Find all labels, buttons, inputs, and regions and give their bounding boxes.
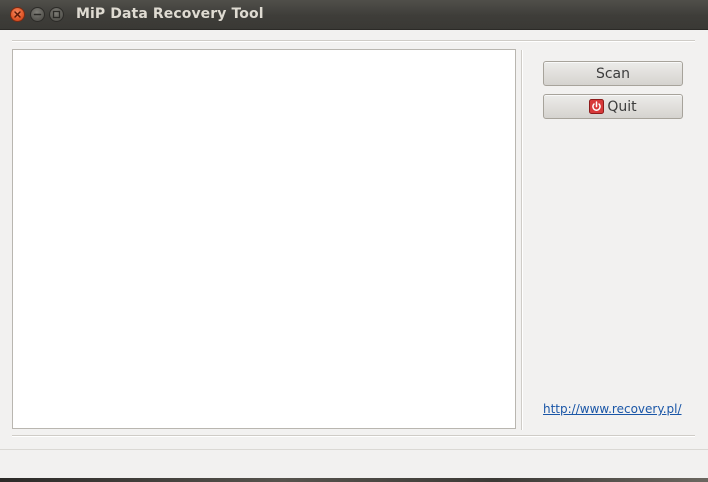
power-icon	[589, 99, 605, 114]
maximize-icon	[52, 10, 61, 19]
top-separator	[12, 40, 695, 42]
minimize-window-button[interactable]	[30, 7, 45, 22]
quit-button-label: Quit	[607, 98, 637, 115]
maximize-window-button[interactable]	[49, 7, 64, 22]
scan-button-label: Scan	[595, 65, 631, 82]
output-text-area[interactable]	[12, 49, 516, 429]
bottom-separator	[12, 435, 695, 437]
quit-button[interactable]: Quit	[543, 94, 683, 119]
window-title: MiP Data Recovery Tool	[76, 6, 264, 22]
close-window-button[interactable]	[10, 7, 25, 22]
close-icon	[14, 11, 21, 18]
app-window: MiP Data Recovery Tool Scan Quit http://…	[0, 0, 708, 482]
scan-button[interactable]: Scan	[543, 61, 683, 86]
minimize-icon	[33, 13, 42, 16]
desktop-background-strip	[0, 478, 708, 482]
vertical-separator	[521, 50, 523, 430]
website-link[interactable]: http://www.recovery.pl/	[543, 402, 682, 416]
title-bar[interactable]: MiP Data Recovery Tool	[0, 0, 708, 30]
